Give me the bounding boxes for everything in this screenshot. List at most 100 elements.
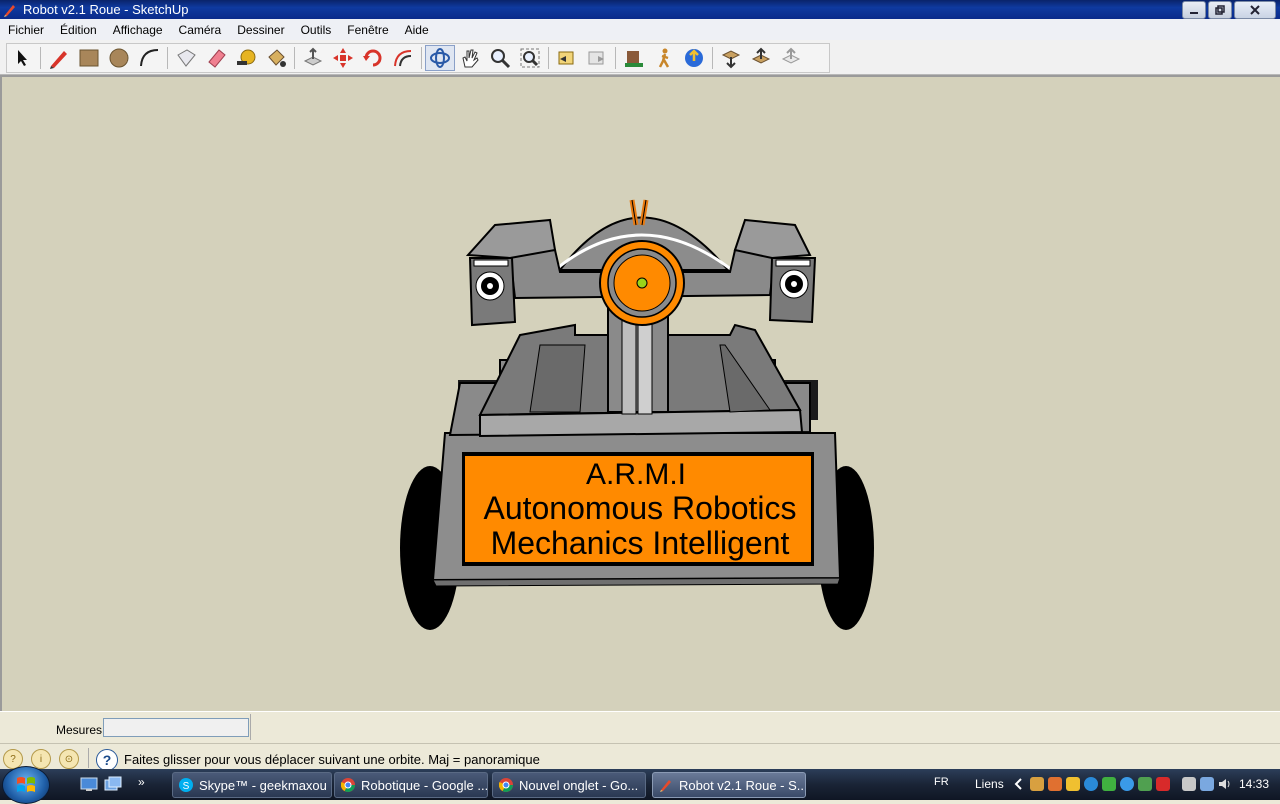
sketchup-icon bbox=[660, 780, 671, 792]
next-view-icon bbox=[588, 51, 604, 65]
taskbar-item-chrome-robotique[interactable]: Robotique - Google ... bbox=[334, 772, 488, 798]
offset-icon bbox=[394, 50, 412, 67]
switch-windows-icon[interactable] bbox=[104, 776, 122, 792]
taskbar-item-label: Skype™ - geekmaxou bbox=[199, 777, 327, 793]
zoom-extents-tool-button[interactable] bbox=[515, 45, 545, 71]
share-component-icon bbox=[781, 47, 801, 64]
tray-app-icon[interactable] bbox=[1156, 777, 1170, 791]
status-text: Faites glisser pour vous déplacer suivan… bbox=[124, 752, 540, 767]
rotate-tool-button[interactable] bbox=[358, 45, 388, 71]
zoom-tool-button[interactable] bbox=[485, 45, 515, 71]
move-tool-button[interactable] bbox=[328, 45, 358, 71]
clock[interactable]: 14:33 bbox=[1239, 777, 1269, 791]
language-indicator[interactable]: FR bbox=[934, 776, 949, 788]
tray-volume-icon[interactable] bbox=[1218, 777, 1232, 791]
walk-tool-button[interactable] bbox=[649, 45, 679, 71]
tray-device-icon[interactable] bbox=[1182, 777, 1196, 791]
arc-icon bbox=[140, 49, 159, 67]
taskbar-item-skype[interactable]: S Skype™ - geekmaxou bbox=[172, 772, 332, 798]
toolbar-separator bbox=[167, 47, 168, 69]
previous-view-tool-button[interactable] bbox=[552, 45, 582, 71]
tray-skype-icon[interactable] bbox=[1084, 777, 1098, 791]
window-title: Robot v2.1 Roue - SketchUp bbox=[23, 2, 189, 17]
paint-bucket-icon bbox=[268, 49, 286, 67]
sign-title: A.R.M.I bbox=[586, 458, 686, 491]
start-button[interactable] bbox=[2, 766, 50, 804]
close-button[interactable] bbox=[1234, 1, 1276, 19]
menu-outils[interactable]: Outils bbox=[293, 23, 340, 37]
push-pull-tool-button[interactable] bbox=[298, 45, 328, 71]
menu-fenetre[interactable]: Fenêtre bbox=[339, 23, 396, 37]
get-models-icon bbox=[721, 50, 741, 69]
move-icon bbox=[333, 48, 353, 68]
quicklaunch-more-icon[interactable]: » bbox=[138, 775, 145, 789]
tray-app-icon[interactable] bbox=[1138, 777, 1152, 791]
tray-network-icon[interactable] bbox=[1200, 777, 1214, 791]
tray-expand-icon[interactable] bbox=[1012, 777, 1026, 791]
taskbar-item-chrome-new-tab[interactable]: Nouvel onglet - Go... bbox=[492, 772, 646, 798]
position-camera-tool-button[interactable] bbox=[619, 45, 649, 71]
tray-app-icon[interactable] bbox=[1048, 777, 1062, 791]
get-models-tool-button[interactable] bbox=[716, 45, 746, 71]
menu-fichier[interactable]: Fichier bbox=[0, 23, 52, 37]
user-icon[interactable]: ⊙ bbox=[59, 749, 79, 769]
tape-measure-tool-button[interactable] bbox=[231, 45, 261, 71]
tray-app-icon[interactable] bbox=[1102, 777, 1116, 791]
restore-icon bbox=[1215, 5, 1225, 15]
menu-dessiner[interactable]: Dessiner bbox=[229, 23, 292, 37]
menu-aide[interactable]: Aide bbox=[397, 23, 437, 37]
close-icon bbox=[1250, 5, 1260, 15]
toolbar-separator bbox=[421, 47, 422, 69]
menu-affichage[interactable]: Affichage bbox=[105, 23, 171, 37]
show-desktop-icon[interactable] bbox=[80, 776, 98, 792]
pan-hand-icon bbox=[462, 49, 479, 68]
help-icon[interactable]: ? bbox=[96, 749, 118, 771]
maximize-button[interactable] bbox=[1208, 1, 1232, 19]
menu-edition[interactable]: Édition bbox=[52, 23, 105, 37]
tape-measure-icon bbox=[237, 49, 256, 65]
credits-icon[interactable]: i bbox=[31, 749, 51, 769]
select-tool-button[interactable] bbox=[7, 45, 37, 71]
taskbar-item-label: Nouvel onglet - Go... bbox=[519, 777, 639, 793]
status-separator bbox=[88, 748, 89, 768]
orbit-tool-button[interactable] bbox=[425, 45, 455, 71]
skype-icon: S bbox=[179, 778, 193, 792]
offset-tool-button[interactable] bbox=[388, 45, 418, 71]
taskbar-item-label: Robot v2.1 Roue - S... bbox=[679, 777, 806, 793]
arc-tool-button[interactable] bbox=[134, 45, 164, 71]
robot-model: A.R.M.I Autonomous Robotics Mechanics In… bbox=[400, 199, 874, 630]
circle-tool-button[interactable] bbox=[104, 45, 134, 71]
tray-shield-icon[interactable] bbox=[1066, 777, 1080, 791]
pan-tool-button[interactable] bbox=[455, 45, 485, 71]
next-view-tool-button[interactable] bbox=[582, 45, 612, 71]
menu-camera[interactable]: Caméra bbox=[171, 23, 230, 37]
component-icon bbox=[177, 49, 196, 67]
measurements-input[interactable] bbox=[103, 718, 249, 737]
sketchup-app-icon bbox=[4, 4, 15, 17]
model-viewport[interactable]: A.R.M.I Autonomous Robotics Mechanics In… bbox=[0, 75, 1280, 711]
title-bar[interactable]: Robot v2.1 Roue - SketchUp bbox=[0, 0, 1280, 19]
chrome-icon bbox=[499, 778, 513, 792]
push-pull-icon bbox=[303, 47, 323, 66]
share-component-tool-button[interactable] bbox=[776, 45, 806, 71]
make-component-tool-button[interactable] bbox=[171, 45, 201, 71]
pencil-tool-button[interactable] bbox=[44, 45, 74, 71]
links-toolbar[interactable]: Liens bbox=[975, 777, 1004, 791]
toolbar-separator bbox=[40, 47, 41, 69]
position-camera-icon bbox=[625, 51, 643, 67]
taskbar-item-sketchup[interactable]: Robot v2.1 Roue - S... bbox=[652, 772, 806, 798]
rectangle-tool-button[interactable] bbox=[74, 45, 104, 71]
measurements-label: Mesures bbox=[56, 723, 103, 737]
look-around-tool-button[interactable] bbox=[679, 45, 709, 71]
taskbar-item-label: Robotique - Google ... bbox=[361, 777, 488, 793]
zoom-extents-icon bbox=[520, 48, 540, 68]
look-around-icon bbox=[685, 49, 703, 67]
minimize-button[interactable] bbox=[1182, 1, 1206, 19]
eraser-icon bbox=[208, 49, 226, 68]
eraser-tool-button[interactable] bbox=[201, 45, 231, 71]
share-model-tool-button[interactable] bbox=[746, 45, 776, 71]
tray-network-globe-icon[interactable] bbox=[1120, 777, 1134, 791]
paint-bucket-tool-button[interactable] bbox=[261, 45, 291, 71]
rotate-icon bbox=[363, 49, 382, 67]
tray-app-icon[interactable] bbox=[1030, 777, 1044, 791]
